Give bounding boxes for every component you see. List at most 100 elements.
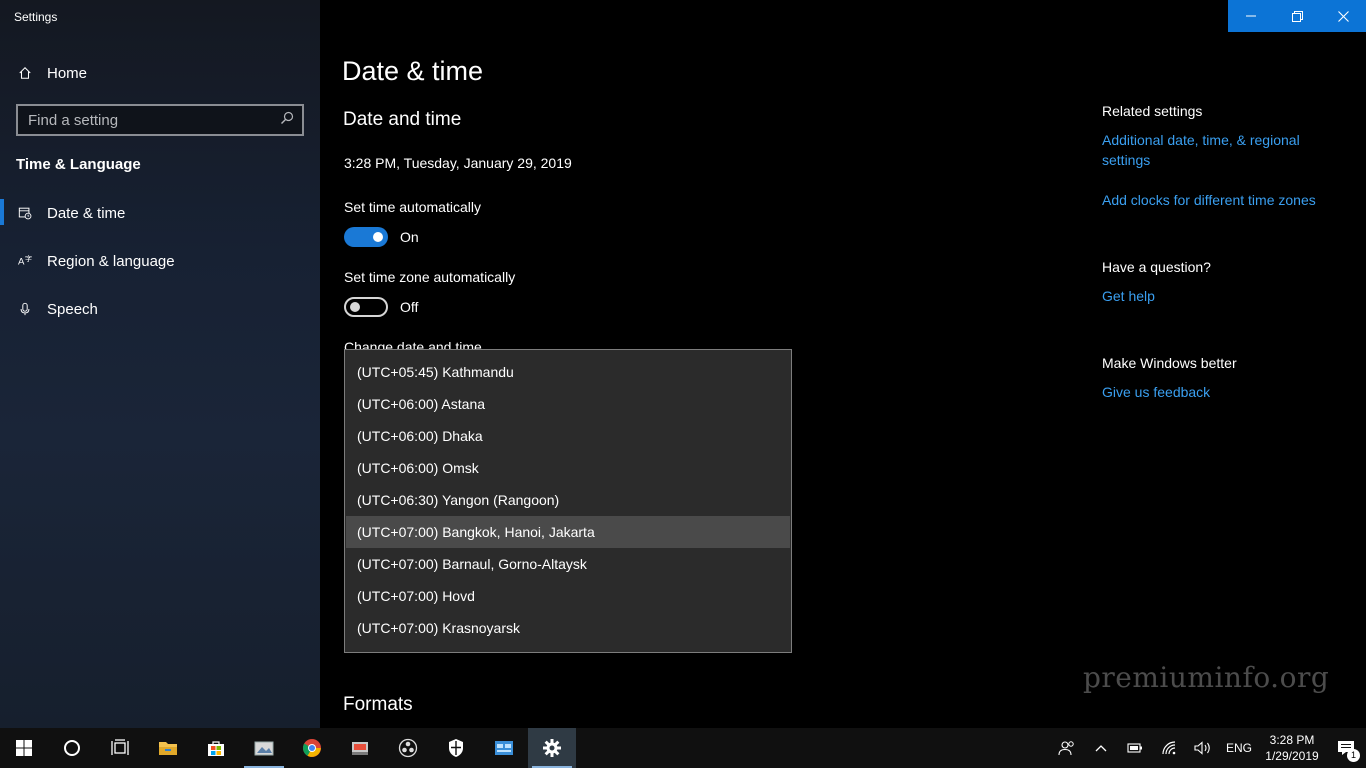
- people-button[interactable]: [1050, 728, 1084, 768]
- app-button[interactable]: [336, 728, 384, 768]
- set-time-auto-state: On: [400, 229, 419, 245]
- notification-badge: 1: [1347, 749, 1360, 762]
- restore-icon: [1291, 10, 1303, 22]
- question-heading: Have a question?: [1102, 259, 1211, 275]
- microphone-icon: [18, 301, 32, 317]
- battery-button[interactable]: [1118, 728, 1152, 768]
- close-button[interactable]: [1320, 0, 1366, 32]
- set-time-auto-label: Set time automatically: [344, 199, 481, 215]
- timezone-option[interactable]: (UTC+05:45) Kathmandu: [346, 356, 790, 388]
- file-explorer-icon: [159, 742, 177, 755]
- start-button[interactable]: [0, 728, 48, 768]
- task-view-button[interactable]: [96, 728, 144, 768]
- add-clocks-link[interactable]: Add clocks for different time zones: [1102, 190, 1342, 210]
- control-panel-button[interactable]: [480, 728, 528, 768]
- obs-button[interactable]: [384, 728, 432, 768]
- sidebar-item-label: Speech: [47, 300, 98, 318]
- system-tray: ENG 3:28 PM 1/29/2019 1: [1050, 728, 1366, 768]
- settings-icon: [543, 739, 561, 757]
- store-icon: [208, 741, 224, 756]
- home-icon: [18, 65, 32, 81]
- minimize-button[interactable]: [1228, 0, 1274, 32]
- section-heading: Date and time: [343, 109, 462, 130]
- start-icon: [16, 740, 32, 756]
- security-icon: [449, 739, 463, 757]
- restore-button[interactable]: [1274, 0, 1320, 32]
- toggle-knob: [373, 232, 383, 242]
- window-title: Settings: [14, 10, 58, 24]
- volume-button[interactable]: [1186, 728, 1220, 768]
- toggle-knob: [350, 302, 360, 312]
- wifi-icon: [1162, 741, 1176, 755]
- set-zone-auto-toggle[interactable]: [344, 297, 388, 317]
- settings-button[interactable]: [528, 728, 576, 768]
- current-date-time: 3:28 PM, Tuesday, January 29, 2019: [344, 155, 572, 171]
- home-nav-item[interactable]: Home: [0, 56, 320, 90]
- clock-date: 1/29/2019: [1265, 749, 1319, 763]
- feedback-link[interactable]: Give us feedback: [1102, 382, 1342, 402]
- task-view-icon: [111, 739, 129, 755]
- timezone-option[interactable]: (UTC+06:00) Dhaka: [346, 420, 790, 452]
- cortana-button[interactable]: [48, 728, 96, 768]
- app-icon: [352, 742, 368, 755]
- timezone-option[interactable]: (UTC+06:00) Omsk: [346, 452, 790, 484]
- show-hidden-icons-button[interactable]: [1084, 728, 1118, 768]
- page-title: Date & time: [342, 56, 484, 86]
- volume-icon: [1194, 741, 1210, 755]
- set-time-auto-toggle[interactable]: [344, 227, 388, 247]
- svg-text:A: A: [18, 257, 25, 268]
- photos-app-button[interactable]: [240, 728, 288, 768]
- calendar-clock-icon: [18, 205, 32, 221]
- sidebar-item-label: Date & time: [47, 204, 126, 222]
- search-icon[interactable]: [280, 111, 294, 130]
- sidebar-item-speech[interactable]: Speech: [0, 291, 320, 327]
- network-button[interactable]: [1152, 728, 1186, 768]
- clock-time: 3:28 PM: [1269, 733, 1315, 747]
- timezone-option[interactable]: (UTC+07:00) Hovd: [346, 580, 790, 612]
- make-windows-better-heading: Make Windows better: [1102, 355, 1237, 371]
- minimize-icon: [1246, 15, 1256, 17]
- search-input[interactable]: [28, 111, 280, 129]
- control-panel-icon: [495, 741, 513, 755]
- section-title: Time & Language: [16, 156, 141, 173]
- store-button[interactable]: [192, 728, 240, 768]
- windows-security-button[interactable]: [432, 728, 480, 768]
- obs-icon: [398, 738, 418, 758]
- svg-text:字: 字: [25, 254, 32, 263]
- action-center-button[interactable]: 1: [1326, 728, 1366, 768]
- battery-icon: [1127, 743, 1142, 753]
- timezone-option-hovered[interactable]: (UTC+07:00) Bangkok, Hanoi, Jakarta: [346, 516, 790, 548]
- taskbar: ENG 3:28 PM 1/29/2019 1: [0, 728, 1366, 768]
- taskbar-clock[interactable]: 3:28 PM 1/29/2019: [1258, 732, 1326, 764]
- get-help-link[interactable]: Get help: [1102, 286, 1342, 306]
- related-settings-heading: Related settings: [1102, 103, 1203, 119]
- cortana-icon: [64, 740, 80, 756]
- set-zone-auto-state: Off: [400, 299, 419, 315]
- sidebar-item-label: Region & language: [47, 252, 175, 270]
- language-icon: A字: [18, 253, 32, 269]
- chrome-icon: [302, 739, 321, 757]
- window-controls: [1228, 0, 1366, 32]
- watermark: premiuminfo.org: [1083, 661, 1330, 694]
- sidebar: Settings Home Time & Language Date & tim…: [0, 0, 320, 728]
- people-icon: [1058, 741, 1074, 756]
- change-date-time-label: Change date and time: [344, 340, 482, 349]
- sidebar-item-region-language[interactable]: A字 Region & language: [0, 243, 320, 279]
- timezone-option[interactable]: (UTC+07:00) Krasnoyarsk: [346, 612, 790, 644]
- search-box[interactable]: [16, 104, 304, 136]
- timezone-dropdown-list[interactable]: (UTC+05:45) Kathmandu (UTC+06:00) Astana…: [344, 349, 792, 653]
- timezone-option[interactable]: (UTC+07:00) Barnaul, Gorno-Altaysk: [346, 548, 790, 580]
- chrome-button[interactable]: [288, 728, 336, 768]
- home-label: Home: [47, 64, 88, 82]
- close-icon: [1337, 10, 1349, 22]
- photos-icon: [254, 741, 274, 756]
- formats-heading: Formats: [343, 694, 413, 715]
- timezone-option[interactable]: (UTC+06:00) Astana: [346, 388, 790, 420]
- sidebar-item-date-time[interactable]: Date & time: [0, 195, 320, 231]
- timezone-option[interactable]: (UTC+06:30) Yangon (Rangoon): [346, 484, 790, 516]
- file-explorer-button[interactable]: [144, 728, 192, 768]
- input-language[interactable]: ENG: [1220, 741, 1258, 755]
- set-zone-auto-label: Set time zone automatically: [344, 269, 516, 285]
- chevron-up-icon: [1095, 745, 1107, 752]
- additional-settings-link[interactable]: Additional date, time, & regional settin…: [1102, 130, 1342, 170]
